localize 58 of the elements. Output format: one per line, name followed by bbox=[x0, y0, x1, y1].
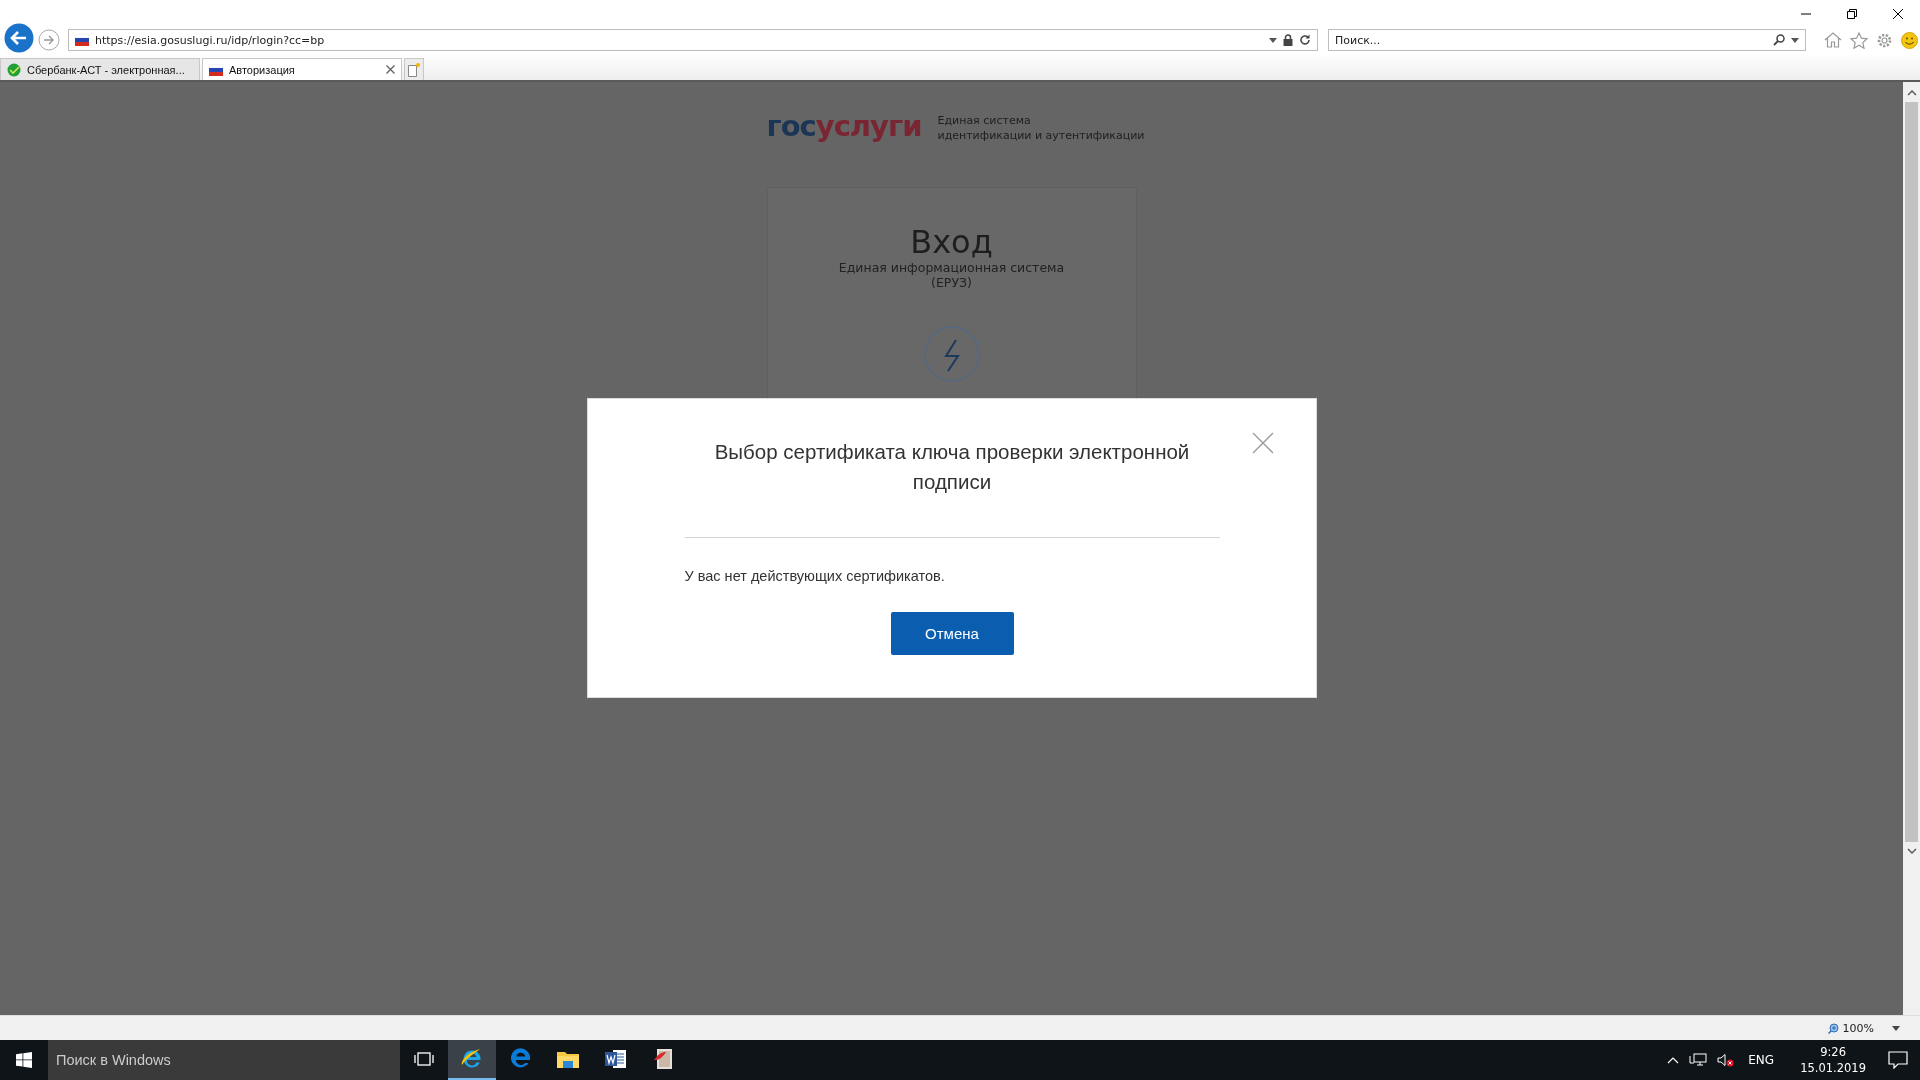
close-icon[interactable] bbox=[1892, 8, 1904, 20]
zoom-level: 100% bbox=[1842, 1021, 1874, 1035]
cancel-button[interactable]: Отмена bbox=[890, 612, 1014, 655]
document-icon bbox=[605, 1049, 627, 1069]
search-field[interactable]: Поиск... bbox=[1335, 33, 1767, 47]
tab-title: Авторизация bbox=[229, 63, 296, 76]
windows-logo-icon bbox=[16, 1052, 32, 1068]
clock[interactable]: 9:26 15.01.2019 bbox=[1800, 1044, 1866, 1076]
input-language[interactable]: ENG bbox=[1748, 1053, 1775, 1067]
dialog-title: Выбор сертификата ключа проверки электронной подписи bbox=[713, 439, 1191, 495]
windows-search-box[interactable]: Поиск в Windows bbox=[48, 1040, 400, 1080]
address-bar[interactable]: https://esia.gosuslugi.ru/idp/rlogin?cc=bp bbox=[68, 29, 1318, 51]
new-tab-button[interactable] bbox=[404, 58, 424, 80]
lock-icon bbox=[1283, 34, 1293, 46]
login-title: Вход bbox=[910, 226, 993, 260]
dropdown-caret-icon[interactable] bbox=[1791, 37, 1799, 43]
notification-icon[interactable] bbox=[1888, 1051, 1908, 1069]
gosuslugi-logo: госуслуги bbox=[766, 112, 922, 141]
scrollbar[interactable] bbox=[1903, 82, 1920, 1015]
dropdown-caret-icon[interactable] bbox=[1269, 37, 1277, 43]
windows-search-field[interactable]: Поиск в Windows bbox=[56, 1052, 376, 1068]
task-view-icon bbox=[414, 1052, 434, 1066]
lightning-icon bbox=[923, 325, 980, 382]
tab-title: Сбербанк-АСТ - электронная... bbox=[27, 63, 186, 76]
zoom-control[interactable]: 100% bbox=[1827, 1021, 1900, 1035]
dialog-message: У вас нет действующих сертификатов. bbox=[684, 568, 946, 584]
browser-tab[interactable]: Авторизация bbox=[202, 58, 402, 80]
document-icon bbox=[654, 1048, 674, 1070]
system-subtitle: Единая информационная система bbox=[838, 259, 1065, 275]
flag-icon bbox=[209, 63, 223, 76]
url-text: https://esia.gosuslugi.ru/idp/rlogin?cc=bp bbox=[95, 33, 326, 47]
restore-icon[interactable] bbox=[1846, 8, 1858, 20]
speaker-muted-icon[interactable] bbox=[1717, 1053, 1735, 1067]
scrollbar-thumb[interactable] bbox=[1905, 102, 1918, 842]
browser-tab[interactable]: Сбербанк-АСТ - электронная... bbox=[0, 58, 200, 80]
clock-time: 9:26 bbox=[1820, 1044, 1846, 1060]
scroll-up-icon[interactable] bbox=[1906, 90, 1917, 96]
chevron-up-icon[interactable] bbox=[1667, 1056, 1680, 1064]
refresh-icon[interactable] bbox=[1299, 34, 1311, 46]
sber-logo-icon bbox=[7, 62, 21, 77]
settings-icon[interactable] bbox=[1876, 31, 1893, 49]
home-icon[interactable] bbox=[1824, 32, 1842, 48]
scroll-down-icon[interactable] bbox=[1906, 848, 1917, 854]
system-name-line: Единая система bbox=[937, 113, 1032, 128]
clock-date: 15.01.2019 bbox=[1800, 1060, 1866, 1076]
network-icon[interactable] bbox=[1689, 1053, 1708, 1067]
flag-icon bbox=[75, 34, 89, 46]
search-box[interactable]: Поиск... bbox=[1328, 29, 1806, 51]
folder-icon bbox=[557, 1050, 579, 1068]
star-icon[interactable] bbox=[1850, 31, 1868, 49]
system-name-line: идентификации и аутентификации bbox=[937, 128, 1145, 143]
e-letter-icon bbox=[509, 1048, 531, 1070]
smiley-icon[interactable] bbox=[1901, 31, 1918, 49]
search-icon[interactable] bbox=[1773, 34, 1785, 46]
system-subtitle: (ЕРУЗ) bbox=[931, 274, 972, 290]
new-tab-icon bbox=[408, 62, 420, 77]
zoom-icon bbox=[1827, 1022, 1839, 1034]
dropdown-caret-icon[interactable] bbox=[1892, 1025, 1900, 1031]
